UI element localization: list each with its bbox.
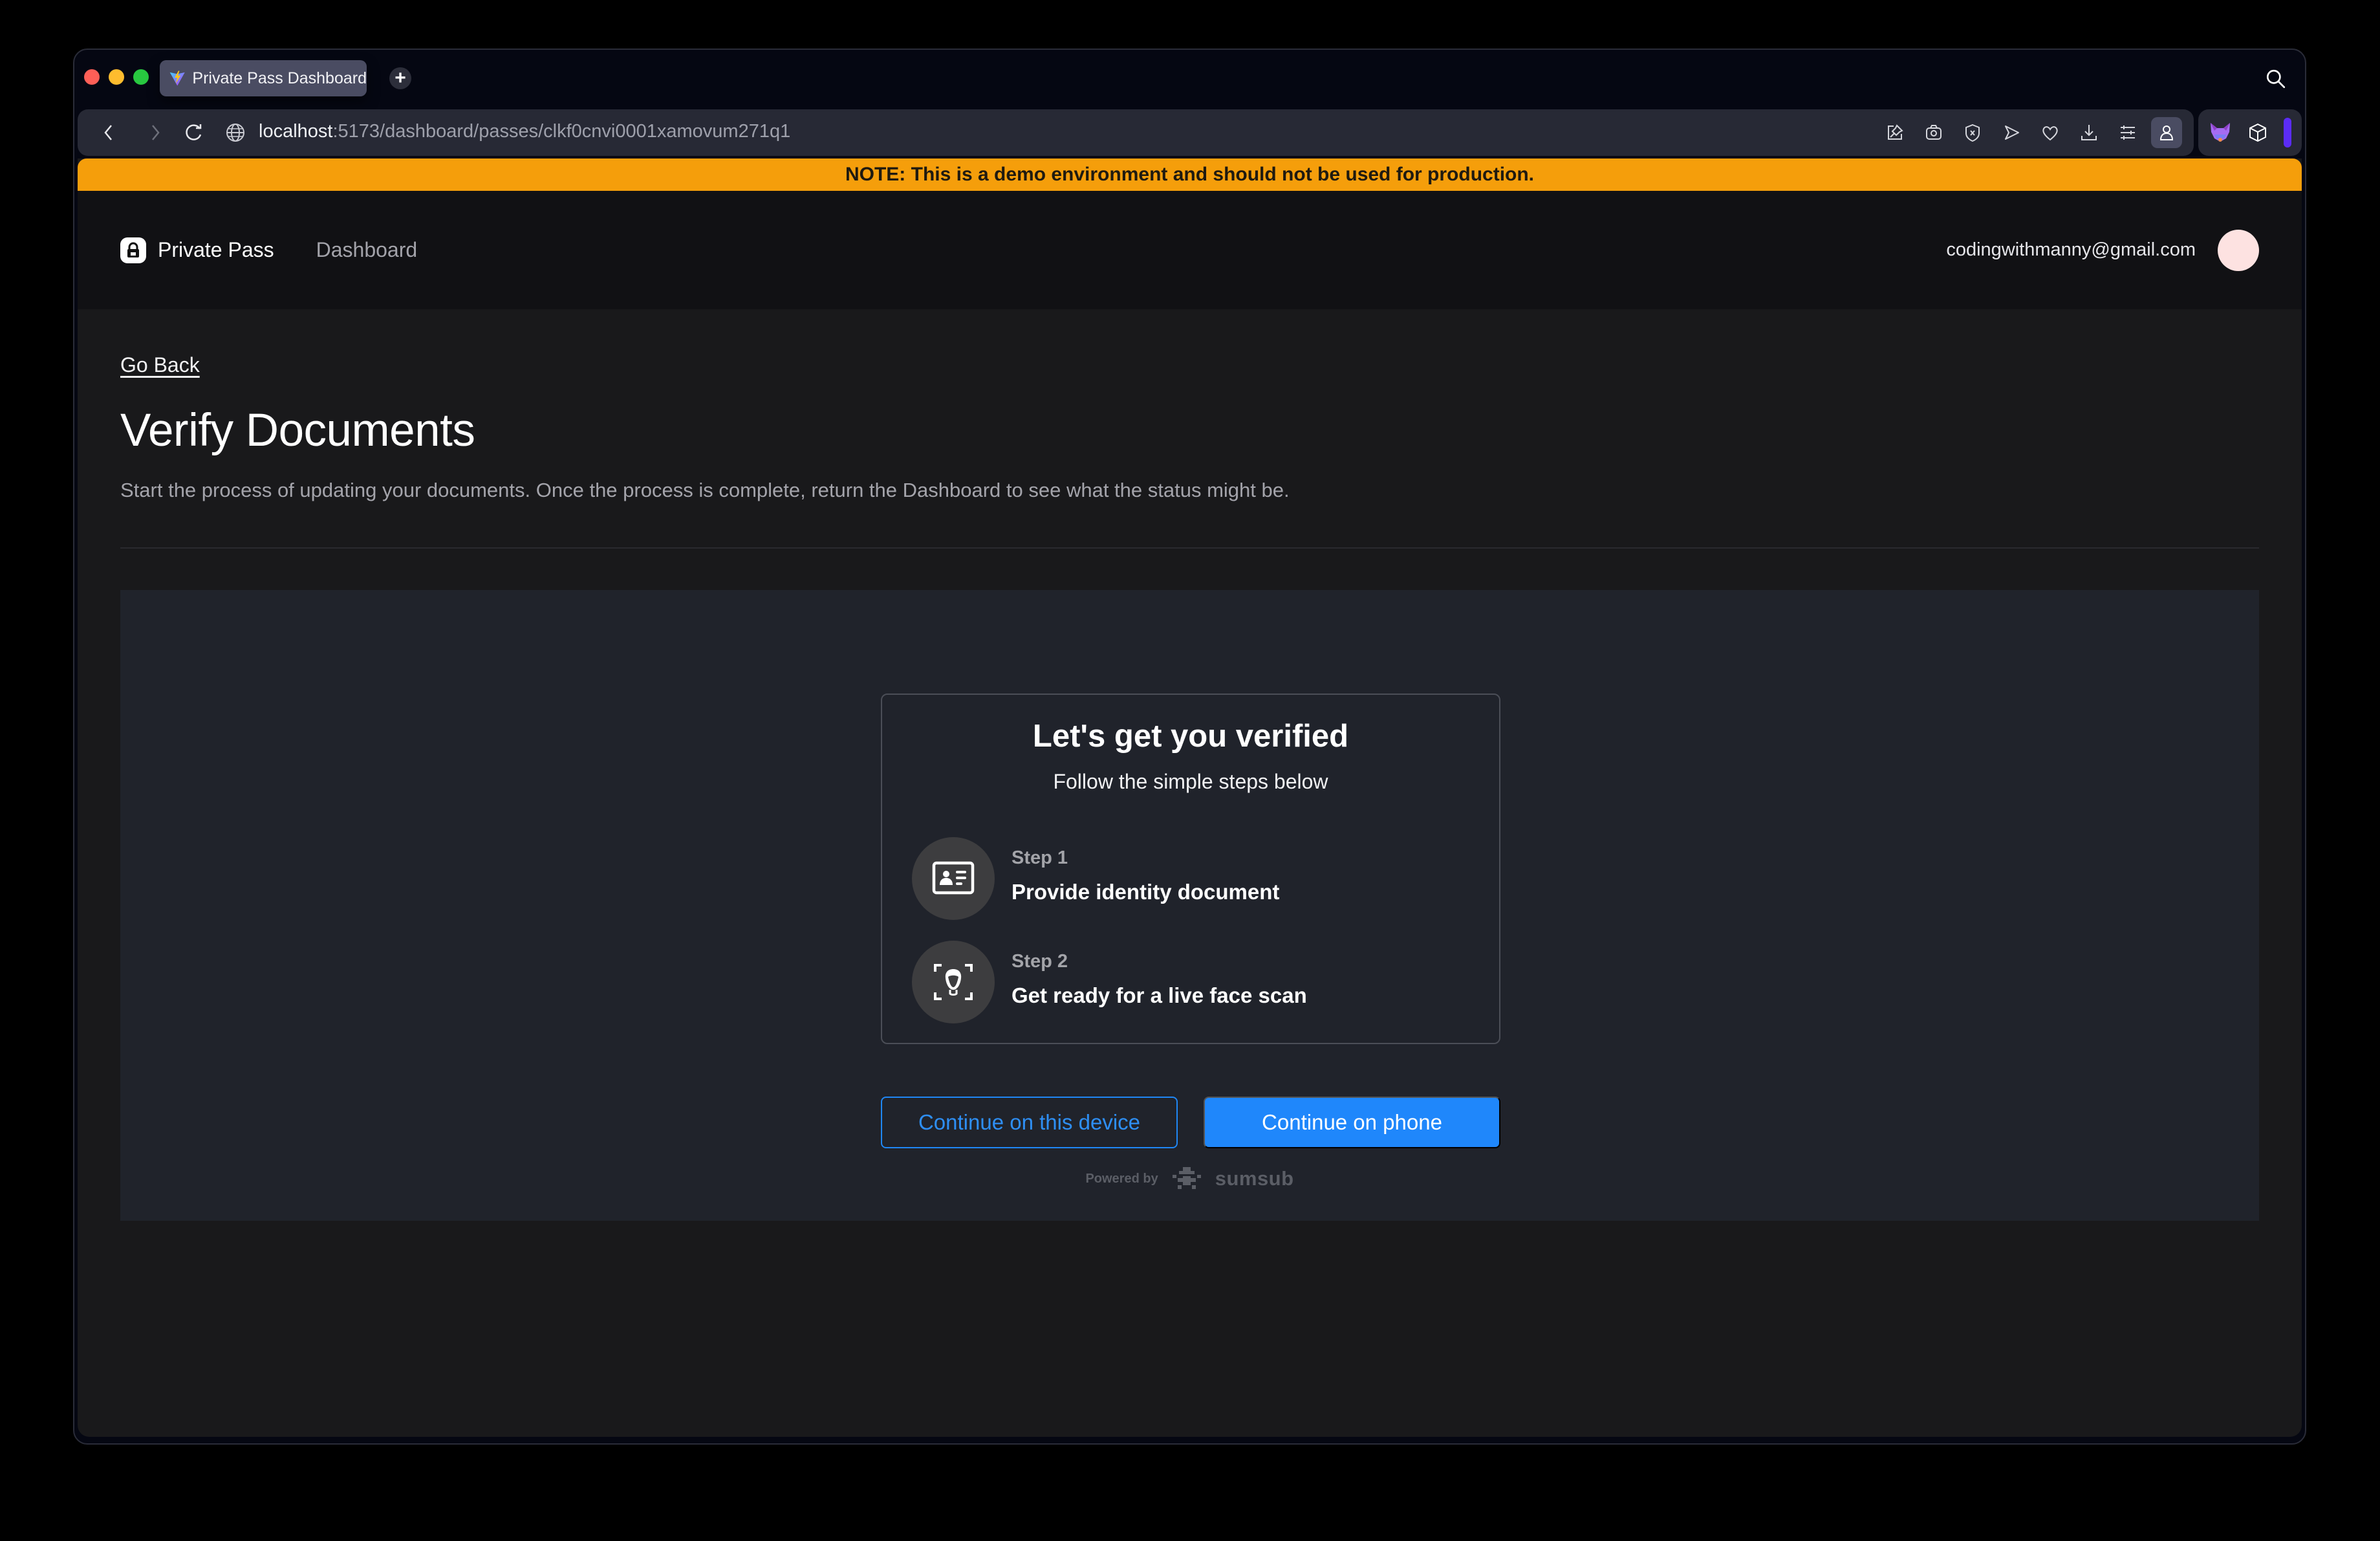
user-menu: codingwithmanny@gmail.com [1946,191,2259,309]
id-card-icon [912,837,995,920]
metamask-fox-icon[interactable] [2209,122,2232,144]
step-item: Step 1 Provide identity document [912,837,1468,920]
settings-sliders-button[interactable] [2112,117,2143,148]
step-label: Provide identity document [1012,880,1280,904]
demo-banner: NOTE: This is a demo environment and sho… [78,158,2302,191]
shield-block-button[interactable] [1957,117,1988,148]
nav-dashboard-link[interactable]: Dashboard [316,238,418,262]
pin-icon [1888,124,1903,140]
face-scan-icon [912,941,995,1023]
avatar[interactable] [2218,229,2259,271]
step-label: Get ready for a live face scan [1012,983,1307,1007]
url-input[interactable]: localhost:5173/dashboard/passes/clkf0cnv… [259,121,790,142]
send-icon [2005,126,2019,140]
lock-icon [120,237,146,263]
verification-card: Let's get you verified Follow the simple… [881,694,1500,1044]
minimize-window-button[interactable] [109,69,124,85]
powered-by-label: Powered by [1085,1171,1158,1186]
tab-title: Private Pass Dashboard [192,69,367,87]
divider [120,547,2259,549]
back-button[interactable] [96,120,122,146]
main-content: Go Back Verify Documents Start the proce… [78,309,2302,1221]
sumsub-verification-panel: Let's get you verified Follow the simple… [120,590,2259,1221]
reload-icon [186,124,202,140]
sumsub-logo-icon [1172,1167,1201,1189]
download-button[interactable] [2073,117,2104,148]
chevron-left-icon [104,125,112,140]
heart-icon [2042,126,2058,141]
cube-icon[interactable] [2247,122,2268,143]
page-description: Start the process of updating your docum… [120,479,1290,501]
verification-title: Let's get you verified [1032,719,1349,754]
sliders-icon [2121,126,2135,140]
tab-bar: Private Pass Dashboard + [74,50,2305,107]
url-path: :5173/dashboard/passes/clkf0cnvi0001xamo… [332,121,791,142]
toolbar-icons [1879,117,2182,148]
continue-buttons: Continue on this device Continue on phon… [881,1097,1500,1148]
continue-on-device-button[interactable]: Continue on this device [881,1097,1178,1148]
step-number: Step 1 [1012,847,1068,868]
search-icon[interactable] [2265,68,2287,90]
shield-x-icon [1965,124,1980,142]
forward-button[interactable] [142,120,168,146]
send-button[interactable] [1996,117,2027,148]
reload-button[interactable] [181,120,207,146]
brand-link[interactable]: Private Pass [120,237,274,263]
address-bar: localhost:5173/dashboard/passes/clkf0cnv… [78,109,2194,156]
maximize-window-button[interactable] [133,69,149,85]
url-host: localhost [259,121,333,142]
go-back-link[interactable]: Go Back [120,353,200,377]
screenshot-button[interactable] [1918,117,1949,148]
camera-icon [1926,125,1942,140]
favorite-button[interactable] [2035,117,2066,148]
browser-window: Private Pass Dashboard + localhost:5173/… [73,49,2306,1445]
brand-name: Private Pass [158,238,274,261]
profile-icon [2159,126,2174,140]
browser-tab[interactable]: Private Pass Dashboard [160,60,367,96]
extensions-bar [2198,109,2302,156]
sumsub-wordmark: sumsub [1215,1167,1294,1190]
page-viewport: NOTE: This is a demo environment and sho… [78,158,2302,1437]
site-header: Private Pass Dashboard codingwithmanny@g… [78,191,2302,309]
chevron-right-icon [152,125,160,140]
user-email: codingwithmanny@gmail.com [1946,239,2196,260]
powered-by-sumsub: Powered by sumsub [120,1166,2259,1192]
new-tab-button[interactable]: + [389,67,411,89]
download-icon [2081,125,2097,140]
step-item: Step 2 Get ready for a live face scan [912,941,1468,1023]
sidebar-toggle[interactable] [2284,118,2291,148]
profile-button[interactable] [2151,117,2182,148]
close-window-button[interactable] [84,69,100,85]
step-number: Step 2 [1012,951,1068,972]
continue-on-phone-button[interactable]: Continue on phone [1204,1097,1500,1148]
vite-logo-icon [169,71,185,86]
globe-icon [226,124,244,142]
pin-button[interactable] [1879,117,1910,148]
page-title: Verify Documents [120,405,475,456]
verification-subtitle: Follow the simple steps below [1053,770,1328,793]
